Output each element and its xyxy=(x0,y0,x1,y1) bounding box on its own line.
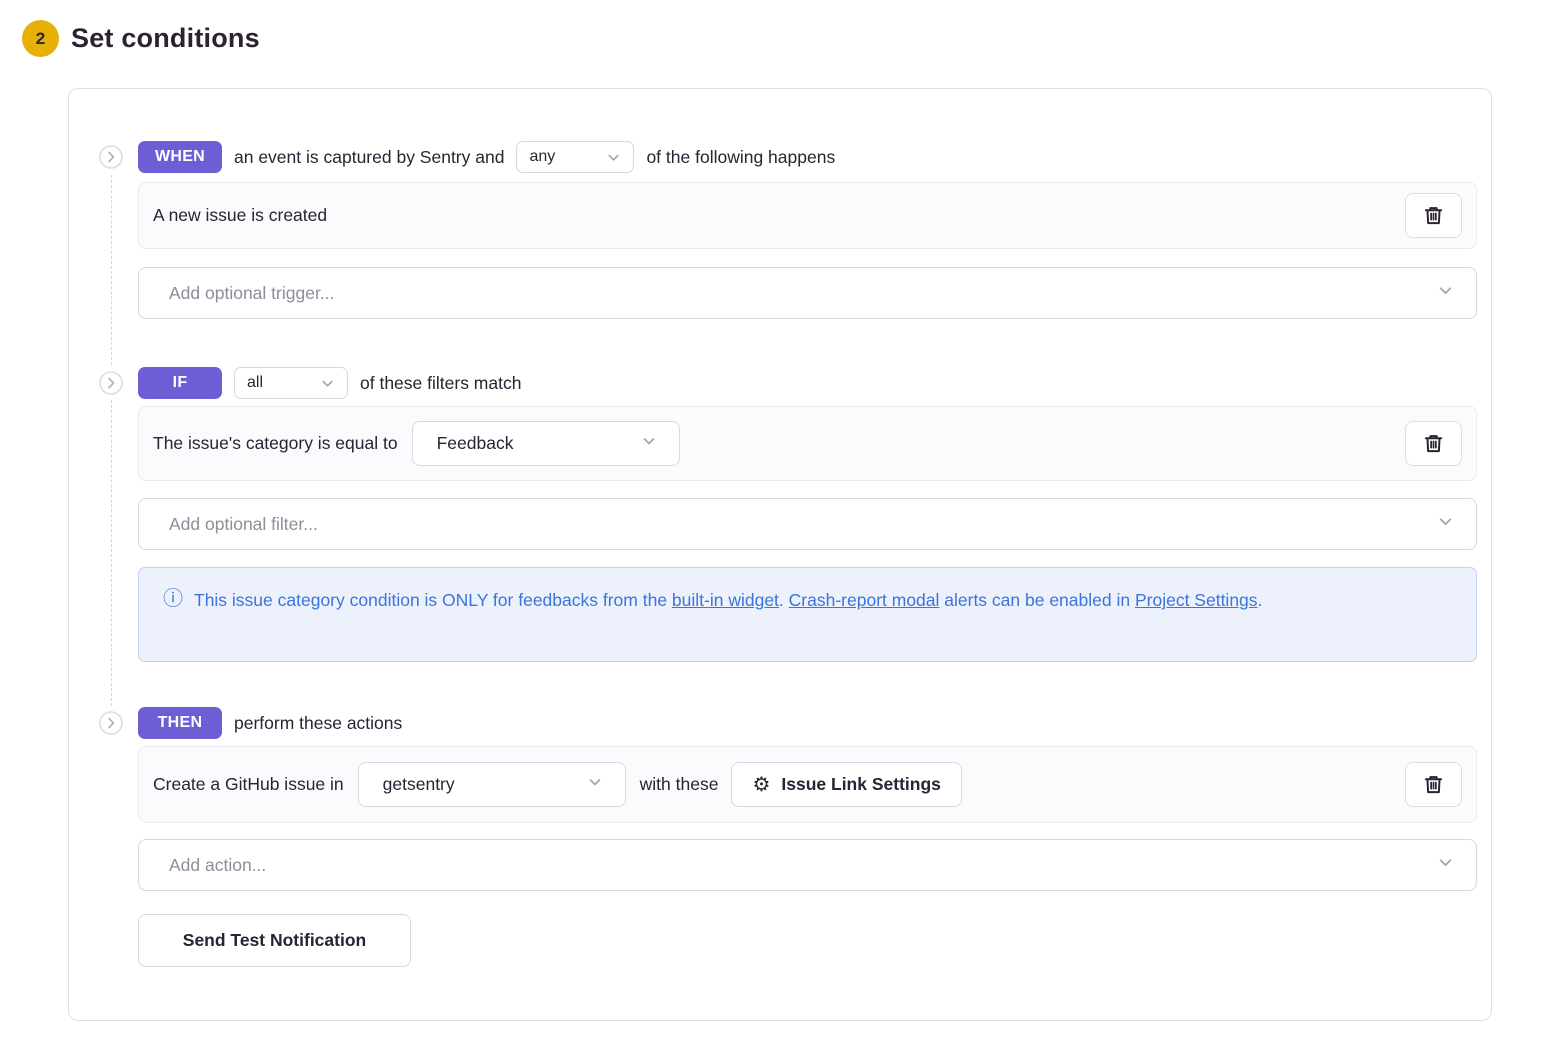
add-optional-trigger-select[interactable]: Add optional trigger... xyxy=(138,267,1477,319)
info-text-segment: . xyxy=(1258,590,1263,610)
chevron-right-circle-icon[interactable] xyxy=(99,371,123,395)
gear-icon: ⚙ xyxy=(752,775,770,795)
trash-icon xyxy=(1423,205,1444,226)
add-action-placeholder: Add action... xyxy=(169,855,266,876)
then-action-row: Create a GitHub issue in getsentry with … xyxy=(138,746,1477,823)
when-rule-label: A new issue is created xyxy=(153,205,1405,226)
crash-report-modal-link[interactable]: Crash-report modal xyxy=(789,590,940,610)
if-filter-row: The issue's category is equal to Feedbac… xyxy=(138,406,1477,481)
if-badge: IF xyxy=(138,367,222,399)
action-repo-select[interactable]: getsentry xyxy=(358,762,626,807)
chevron-right-circle-icon[interactable] xyxy=(99,145,123,169)
trash-icon xyxy=(1423,433,1444,454)
filter-value-select[interactable]: Feedback xyxy=(412,421,680,466)
chevron-down-icon xyxy=(641,433,657,454)
chevron-down-icon xyxy=(320,376,335,391)
add-filter-placeholder: Add optional filter... xyxy=(169,514,318,535)
set-conditions-page: 2 Set conditions WHEN an event is captur… xyxy=(0,0,1560,1054)
action-text-after: with these xyxy=(640,774,719,795)
when-match-select[interactable]: any xyxy=(516,141,634,173)
if-match-value: all xyxy=(247,374,263,392)
delete-filter-button[interactable] xyxy=(1405,421,1462,466)
issue-link-settings-button[interactable]: ⚙ Issue Link Settings xyxy=(731,762,961,807)
page-title: Set conditions xyxy=(71,23,260,54)
if-match-select[interactable]: all xyxy=(234,367,348,399)
when-badge: WHEN xyxy=(138,141,222,173)
project-settings-link[interactable]: Project Settings xyxy=(1135,590,1258,610)
chevron-down-icon xyxy=(1437,513,1454,535)
issue-link-settings-label: Issue Link Settings xyxy=(781,774,940,795)
info-text-segment: This issue category condition is ONLY fo… xyxy=(194,590,672,610)
if-header: IF all of these filters match xyxy=(138,367,521,399)
then-badge: THEN xyxy=(138,707,222,739)
connector-line xyxy=(111,175,112,365)
add-action-select[interactable]: Add action... xyxy=(138,839,1477,891)
when-text-after: of the following happens xyxy=(646,147,835,168)
send-test-notification-button[interactable]: Send Test Notification xyxy=(138,914,411,967)
chevron-down-icon xyxy=(1437,282,1454,304)
step-number-badge: 2 xyxy=(22,20,59,57)
action-text-before: Create a GitHub issue in xyxy=(153,774,344,795)
action-repo-value: getsentry xyxy=(383,774,455,795)
built-in-widget-link[interactable]: built-in widget xyxy=(672,590,779,610)
chevron-right-circle-icon[interactable] xyxy=(99,711,123,735)
when-match-value: any xyxy=(529,148,555,166)
info-text-segment: alerts can be enabled in xyxy=(939,590,1135,610)
filter-text: The issue's category is equal to xyxy=(153,433,398,454)
info-icon: ⓘ xyxy=(163,585,183,661)
conditions-panel: WHEN an event is captured by Sentry and … xyxy=(68,88,1492,1021)
then-header: THEN perform these actions xyxy=(138,707,402,739)
info-alert-text: This issue category condition is ONLY fo… xyxy=(194,585,1262,661)
chevron-down-icon xyxy=(1437,854,1454,876)
when-rule-row: A new issue is created xyxy=(138,182,1477,249)
then-text-after: perform these actions xyxy=(234,713,402,734)
trash-icon xyxy=(1423,774,1444,795)
filter-value: Feedback xyxy=(437,433,514,454)
chevron-down-icon xyxy=(587,774,603,795)
chevron-down-icon xyxy=(606,150,621,165)
delete-action-button[interactable] xyxy=(1405,762,1462,807)
add-optional-filter-select[interactable]: Add optional filter... xyxy=(138,498,1477,550)
info-text-segment: . xyxy=(779,590,789,610)
delete-trigger-button[interactable] xyxy=(1405,193,1462,238)
when-text-before: an event is captured by Sentry and xyxy=(234,147,504,168)
step-header: 2 Set conditions xyxy=(22,20,260,57)
connector-line xyxy=(111,400,112,706)
info-alert: ⓘ This issue category condition is ONLY … xyxy=(138,567,1477,662)
when-header: WHEN an event is captured by Sentry and … xyxy=(138,141,835,173)
add-trigger-placeholder: Add optional trigger... xyxy=(169,283,334,304)
if-text-after: of these filters match xyxy=(360,373,521,394)
